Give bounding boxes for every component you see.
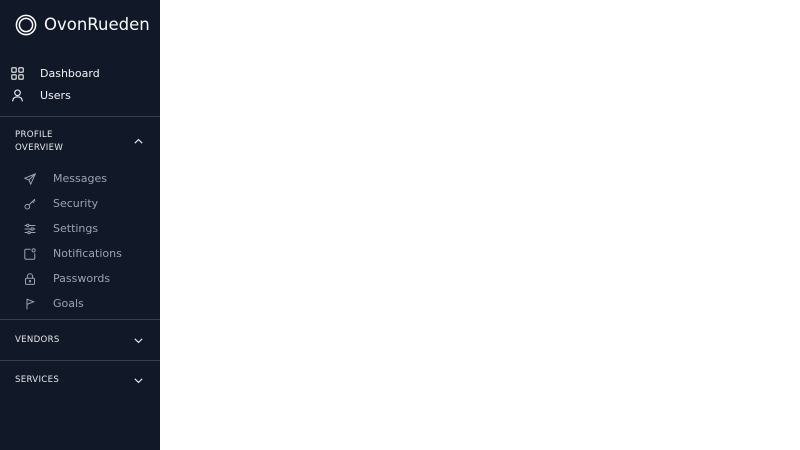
key-icon: [24, 198, 36, 209]
sub-item-label: Security: [53, 197, 99, 210]
sub-item-label: Goals: [53, 297, 84, 310]
sub-item-label: Passwords: [53, 272, 111, 285]
sidebar: OvonRueden Dashboard Users PROFILE OVERV…: [0, 0, 160, 450]
sub-item-passwords[interactable]: Passwords: [0, 266, 160, 291]
sub-item-label: Notifications: [53, 247, 122, 260]
divider: [0, 319, 160, 320]
nav-item-label: Users: [40, 89, 71, 103]
sub-item-settings[interactable]: Settings: [0, 216, 160, 241]
flag-icon: [26, 298, 35, 309]
lock-icon: [25, 272, 35, 285]
sub-item-label: Messages: [53, 172, 107, 185]
divider: [0, 116, 160, 117]
sub-item-goals[interactable]: Goals: [0, 291, 160, 316]
nav-item-users[interactable]: Users: [0, 85, 160, 108]
section-title: PROFILE OVERVIEW: [15, 130, 64, 153]
section-vendors-toggle[interactable]: VENDORS: [0, 333, 160, 347]
section-profile-overview-toggle[interactable]: PROFILE OVERVIEW: [0, 129, 160, 154]
sub-item-security[interactable]: Security: [0, 191, 160, 216]
nav-item-label: Dashboard: [40, 66, 100, 80]
notification-icon: [24, 247, 36, 260]
chevron-up-icon: [134, 138, 143, 144]
brand-name: OvonRueden: [44, 15, 150, 34]
main-content-area: [160, 0, 800, 450]
section-title: SERVICES: [15, 374, 60, 385]
ring-logo-icon: [15, 14, 37, 36]
divider: [0, 360, 160, 361]
sub-item-notifications[interactable]: Notifications: [0, 241, 160, 266]
brand[interactable]: OvonRueden: [15, 14, 150, 36]
section-title: VENDORS: [15, 334, 60, 345]
profile-overview-list: Messages Security Settings Notifications…: [0, 166, 160, 316]
section-services-toggle[interactable]: SERVICES: [0, 373, 160, 387]
sub-item-label: Settings: [53, 222, 99, 235]
chevron-down-icon: [134, 377, 143, 383]
grid-icon: [11, 67, 24, 80]
chevron-down-icon: [134, 337, 143, 343]
sub-item-messages[interactable]: Messages: [0, 166, 160, 191]
send-icon: [24, 172, 36, 185]
main-nav: Dashboard Users: [0, 62, 160, 107]
nav-item-dashboard[interactable]: Dashboard: [0, 62, 160, 85]
sliders-icon: [24, 223, 36, 234]
user-icon: [12, 89, 23, 102]
